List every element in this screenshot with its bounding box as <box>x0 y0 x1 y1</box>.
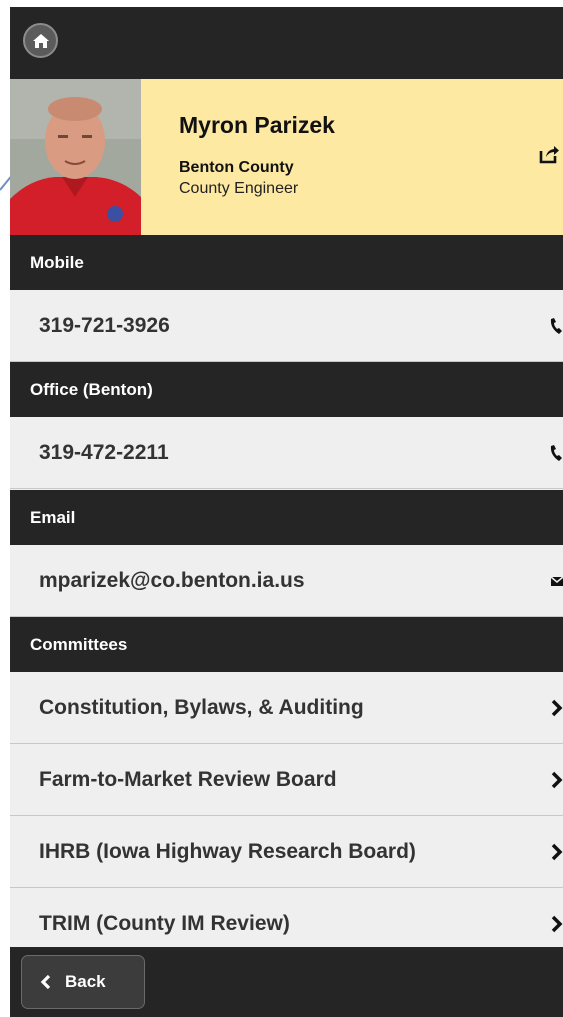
chevron-right-icon <box>551 699 563 717</box>
profile-card: Myron Parizek Benton County County Engin… <box>10 79 563 235</box>
phone-icon <box>550 445 562 461</box>
share-icon <box>539 146 559 164</box>
office-phone-number: 319-472-2211 <box>39 441 169 464</box>
committee-label: Constitution, Bylaws, & Auditing <box>39 696 364 719</box>
home-icon <box>32 33 49 48</box>
mail-icon <box>551 576 563 586</box>
chevron-right-icon <box>551 915 563 933</box>
committee-item[interactable]: Farm-to-Market Review Board <box>10 744 563 816</box>
email-row[interactable]: mparizek@co.benton.ia.us <box>10 545 563 617</box>
chevron-right-icon <box>551 843 563 861</box>
back-button[interactable]: Back <box>21 955 145 1009</box>
section-header-email: Email <box>10 490 563 545</box>
committee-item[interactable]: IHRB (Iowa Highway Research Board) <box>10 816 563 888</box>
committee-label: Farm-to-Market Review Board <box>39 768 337 791</box>
app-screen: Myron Parizek Benton County County Engin… <box>10 7 563 1017</box>
phone-icon <box>550 318 562 334</box>
chevron-right-icon <box>551 771 563 789</box>
section-header-committees: Committees <box>10 617 563 672</box>
home-button[interactable] <box>23 23 58 58</box>
mobile-phone-number: 319-721-3926 <box>39 314 170 337</box>
footer-bar: Back <box>10 947 563 1017</box>
top-bar <box>10 7 563 79</box>
committee-item[interactable]: Constitution, Bylaws, & Auditing <box>10 672 563 744</box>
profile-name: Myron Parizek <box>179 112 335 138</box>
section-header-mobile: Mobile <box>10 235 563 290</box>
mobile-phone-row[interactable]: 319-721-3926 <box>10 290 563 362</box>
committee-label: TRIM (County IM Review) <box>39 912 290 935</box>
profile-photo <box>10 79 141 235</box>
email-address: mparizek@co.benton.ia.us <box>39 569 305 592</box>
chevron-left-icon <box>40 974 51 990</box>
profile-title: County Engineer <box>179 180 299 197</box>
share-button[interactable] <box>538 143 560 170</box>
office-phone-row[interactable]: 319-472-2211 <box>10 417 563 489</box>
committee-label: IHRB (Iowa Highway Research Board) <box>39 840 416 863</box>
section-header-office: Office (Benton) <box>10 362 563 417</box>
back-label: Back <box>65 972 106 991</box>
profile-county: Benton County <box>179 159 294 176</box>
